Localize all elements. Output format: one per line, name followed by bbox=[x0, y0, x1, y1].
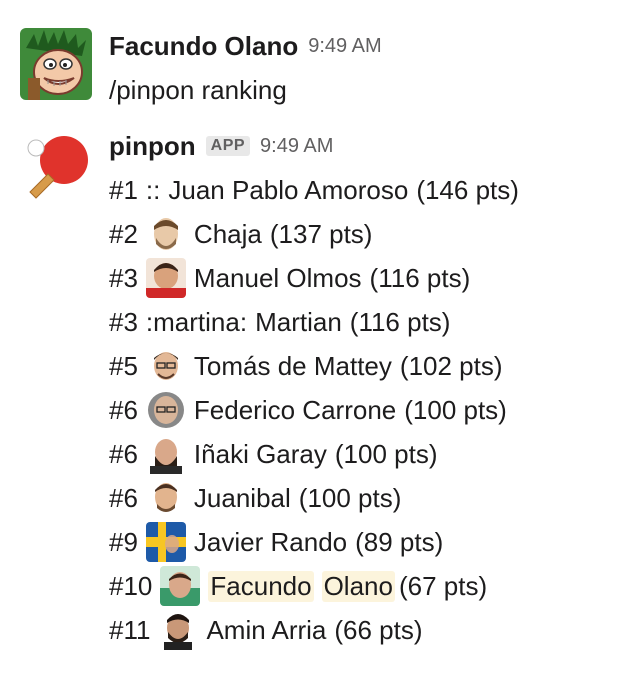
player-name: Juan Pablo Amoroso bbox=[168, 174, 409, 205]
points: (116 pts) bbox=[369, 262, 471, 293]
tomas-avatar-icon bbox=[145, 346, 186, 386]
player-name: Tomás de Mattey bbox=[193, 350, 392, 381]
ranking-row: #3 :martina: Martian (116 pts) bbox=[109, 302, 450, 342]
rank: #6 bbox=[109, 438, 138, 469]
ranking-row: #1 :: Juan Pablo Amoroso (146 pts) bbox=[109, 170, 519, 210]
chaja-avatar-icon bbox=[145, 214, 186, 254]
player-name: Juanibal bbox=[193, 482, 291, 513]
rank: #5 bbox=[109, 350, 138, 381]
player-name: Martian bbox=[255, 306, 342, 337]
points: (102 pts) bbox=[399, 350, 503, 381]
points: (146 pts) bbox=[416, 174, 519, 205]
points: (100 pts) bbox=[404, 394, 507, 425]
facundo-avatar-icon bbox=[160, 566, 201, 606]
rank: #3 bbox=[109, 306, 138, 337]
ranking-row: #10 Facundo Olano (67 pts) bbox=[109, 566, 487, 606]
rank: #9 bbox=[109, 526, 138, 557]
message-header: Facundo Olano 9:49 AM bbox=[109, 30, 382, 62]
ranking-row: #3 Manuel Olmos (116 pts) bbox=[109, 258, 470, 298]
message-text: /pinpon ranking bbox=[109, 75, 287, 105]
points: (89 pts) bbox=[355, 526, 444, 557]
rank: #6 bbox=[109, 482, 138, 513]
ranking-row: #9 Javier Rando (89 pts) bbox=[109, 522, 443, 562]
rank: #3 bbox=[109, 262, 138, 293]
points: (137 pts) bbox=[269, 218, 373, 249]
ranking-row: #11 Amin Arria (66 pts) bbox=[109, 610, 423, 650]
juanibal-avatar-icon bbox=[145, 478, 186, 518]
player-name: Chaja bbox=[193, 218, 262, 249]
points: (66 pts) bbox=[334, 614, 423, 645]
cartoon-face-avatar[interactable] bbox=[20, 28, 92, 100]
rank: #1 bbox=[109, 174, 138, 205]
ranking-row: #5 Tomás de Mattey (102 pts) bbox=[109, 346, 503, 386]
timestamp[interactable]: 9:49 AM bbox=[308, 35, 381, 58]
ranking-row: #6 Iñaki Garay (100 pts) bbox=[109, 434, 437, 474]
player-name: Iñaki Garay bbox=[193, 438, 327, 469]
javier-flag-avatar-icon bbox=[145, 522, 186, 562]
user-mention[interactable]: Olano bbox=[321, 570, 395, 602]
points: (67 pts) bbox=[398, 570, 488, 601]
points: (100 pts) bbox=[298, 482, 402, 513]
amin-avatar-icon bbox=[158, 610, 199, 650]
author-name[interactable]: pinpon bbox=[109, 131, 196, 162]
rank: #2 bbox=[109, 218, 138, 249]
federico-avatar-icon bbox=[145, 390, 186, 430]
player-name: Amin Arria bbox=[206, 614, 327, 645]
player-name: Federico Carrone bbox=[193, 394, 397, 425]
ranking-row: #6 Juanibal (100 pts) bbox=[109, 478, 401, 518]
emoji-code: :martina: bbox=[145, 306, 248, 337]
user-mention[interactable]: Facundo bbox=[208, 570, 314, 602]
timestamp[interactable]: 9:49 AM bbox=[260, 135, 333, 158]
rank: #6 bbox=[109, 394, 138, 425]
author-name[interactable]: Facundo Olano bbox=[109, 31, 298, 62]
emoji-code: :: bbox=[145, 174, 161, 205]
app-badge: APP bbox=[205, 136, 251, 156]
message-header: pinpon APP 9:49 AM bbox=[109, 130, 333, 162]
points: (100 pts) bbox=[334, 438, 438, 469]
ping-pong-paddle-icon[interactable] bbox=[20, 128, 92, 200]
points: (116 pts) bbox=[349, 306, 451, 337]
rank: #11 bbox=[109, 614, 151, 645]
rank: #10 bbox=[109, 570, 153, 601]
ranking-row: #6 Federico Carrone (100 pts) bbox=[109, 390, 507, 430]
player-name: Manuel Olmos bbox=[193, 262, 362, 293]
player-name: Javier Rando bbox=[193, 526, 348, 557]
inaki-avatar-icon bbox=[145, 434, 186, 474]
ranking-row: #2 Chaja (137 pts) bbox=[109, 214, 372, 254]
manuel-avatar-icon bbox=[145, 258, 186, 298]
